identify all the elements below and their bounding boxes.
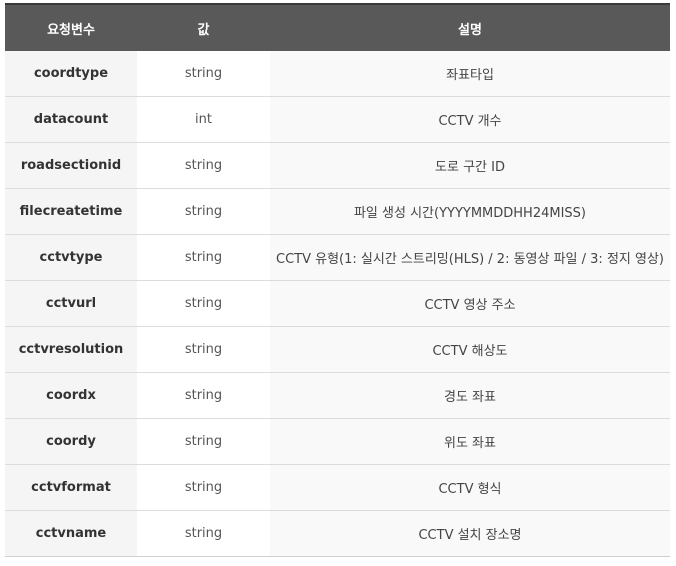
param-description-cell: CCTV 설치 장소명 xyxy=(270,510,670,557)
table-row: cctvformat string CCTV 형식 xyxy=(5,464,670,511)
param-type-cell: string xyxy=(137,418,270,465)
param-name-cell: cctvname xyxy=(5,510,137,557)
table-row: filecreatetime string 파일 생성 시간(YYYYMMDDH… xyxy=(5,188,670,235)
param-description-cell: CCTV 유형(1: 실시간 스트리밍(HLS) / 2: 동영상 파일 / 3… xyxy=(270,234,670,281)
param-type-cell: string xyxy=(137,280,270,327)
param-name-cell: cctvformat xyxy=(5,464,137,511)
param-type-cell: string xyxy=(137,51,270,97)
param-name-cell: datacount xyxy=(5,96,137,143)
param-name-cell: cctvurl xyxy=(5,280,137,327)
param-type-cell: string xyxy=(137,142,270,189)
column-header-value: 값 xyxy=(137,3,270,51)
table-row: cctvtype string CCTV 유형(1: 실시간 스트리밍(HLS)… xyxy=(5,234,670,281)
table-row: coordx string 경도 좌표 xyxy=(5,372,670,419)
table-row: cctvurl string CCTV 영상 주소 xyxy=(5,280,670,327)
table-header-row: 요청변수 값 설명 xyxy=(5,3,670,51)
column-header-description: 설명 xyxy=(270,3,670,51)
table-row: cctvresolution string CCTV 해상도 xyxy=(5,326,670,373)
table-row: cctvname string CCTV 설치 장소명 xyxy=(5,510,670,557)
param-type-cell: int xyxy=(137,96,270,143)
param-type-cell: string xyxy=(137,372,270,419)
request-parameter-table: 요청변수 값 설명 coordtype string 좌표타입 datacoun… xyxy=(5,3,670,557)
param-name-cell: roadsectionid xyxy=(5,142,137,189)
table-row: coordy string 위도 좌표 xyxy=(5,418,670,465)
param-description-cell: 도로 구간 ID xyxy=(270,142,670,189)
param-name-cell: coordtype xyxy=(5,51,137,97)
param-name-cell: coordy xyxy=(5,418,137,465)
param-description-cell: CCTV 개수 xyxy=(270,96,670,143)
param-type-cell: string xyxy=(137,188,270,235)
param-description-cell: CCTV 해상도 xyxy=(270,326,670,373)
table-row: coordtype string 좌표타입 xyxy=(5,51,670,97)
param-type-cell: string xyxy=(137,326,270,373)
table-row: roadsectionid string 도로 구간 ID xyxy=(5,142,670,189)
request-parameter-table-container: 요청변수 값 설명 coordtype string 좌표타입 datacoun… xyxy=(5,3,670,557)
param-type-cell: string xyxy=(137,510,270,557)
param-description-cell: CCTV 형식 xyxy=(270,464,670,511)
table-row: datacount int CCTV 개수 xyxy=(5,96,670,143)
param-type-cell: string xyxy=(137,464,270,511)
param-description-cell: 파일 생성 시간(YYYYMMDDHH24MISS) xyxy=(270,188,670,235)
param-name-cell: filecreatetime xyxy=(5,188,137,235)
param-name-cell: coordx xyxy=(5,372,137,419)
param-name-cell: cctvtype xyxy=(5,234,137,281)
column-header-parameter: 요청변수 xyxy=(5,3,137,51)
table-body: coordtype string 좌표타입 datacount int CCTV… xyxy=(5,51,670,557)
param-type-cell: string xyxy=(137,234,270,281)
param-description-cell: 좌표타입 xyxy=(270,51,670,97)
param-description-cell: 경도 좌표 xyxy=(270,372,670,419)
param-name-cell: cctvresolution xyxy=(5,326,137,373)
param-description-cell: 위도 좌표 xyxy=(270,418,670,465)
param-description-cell: CCTV 영상 주소 xyxy=(270,280,670,327)
